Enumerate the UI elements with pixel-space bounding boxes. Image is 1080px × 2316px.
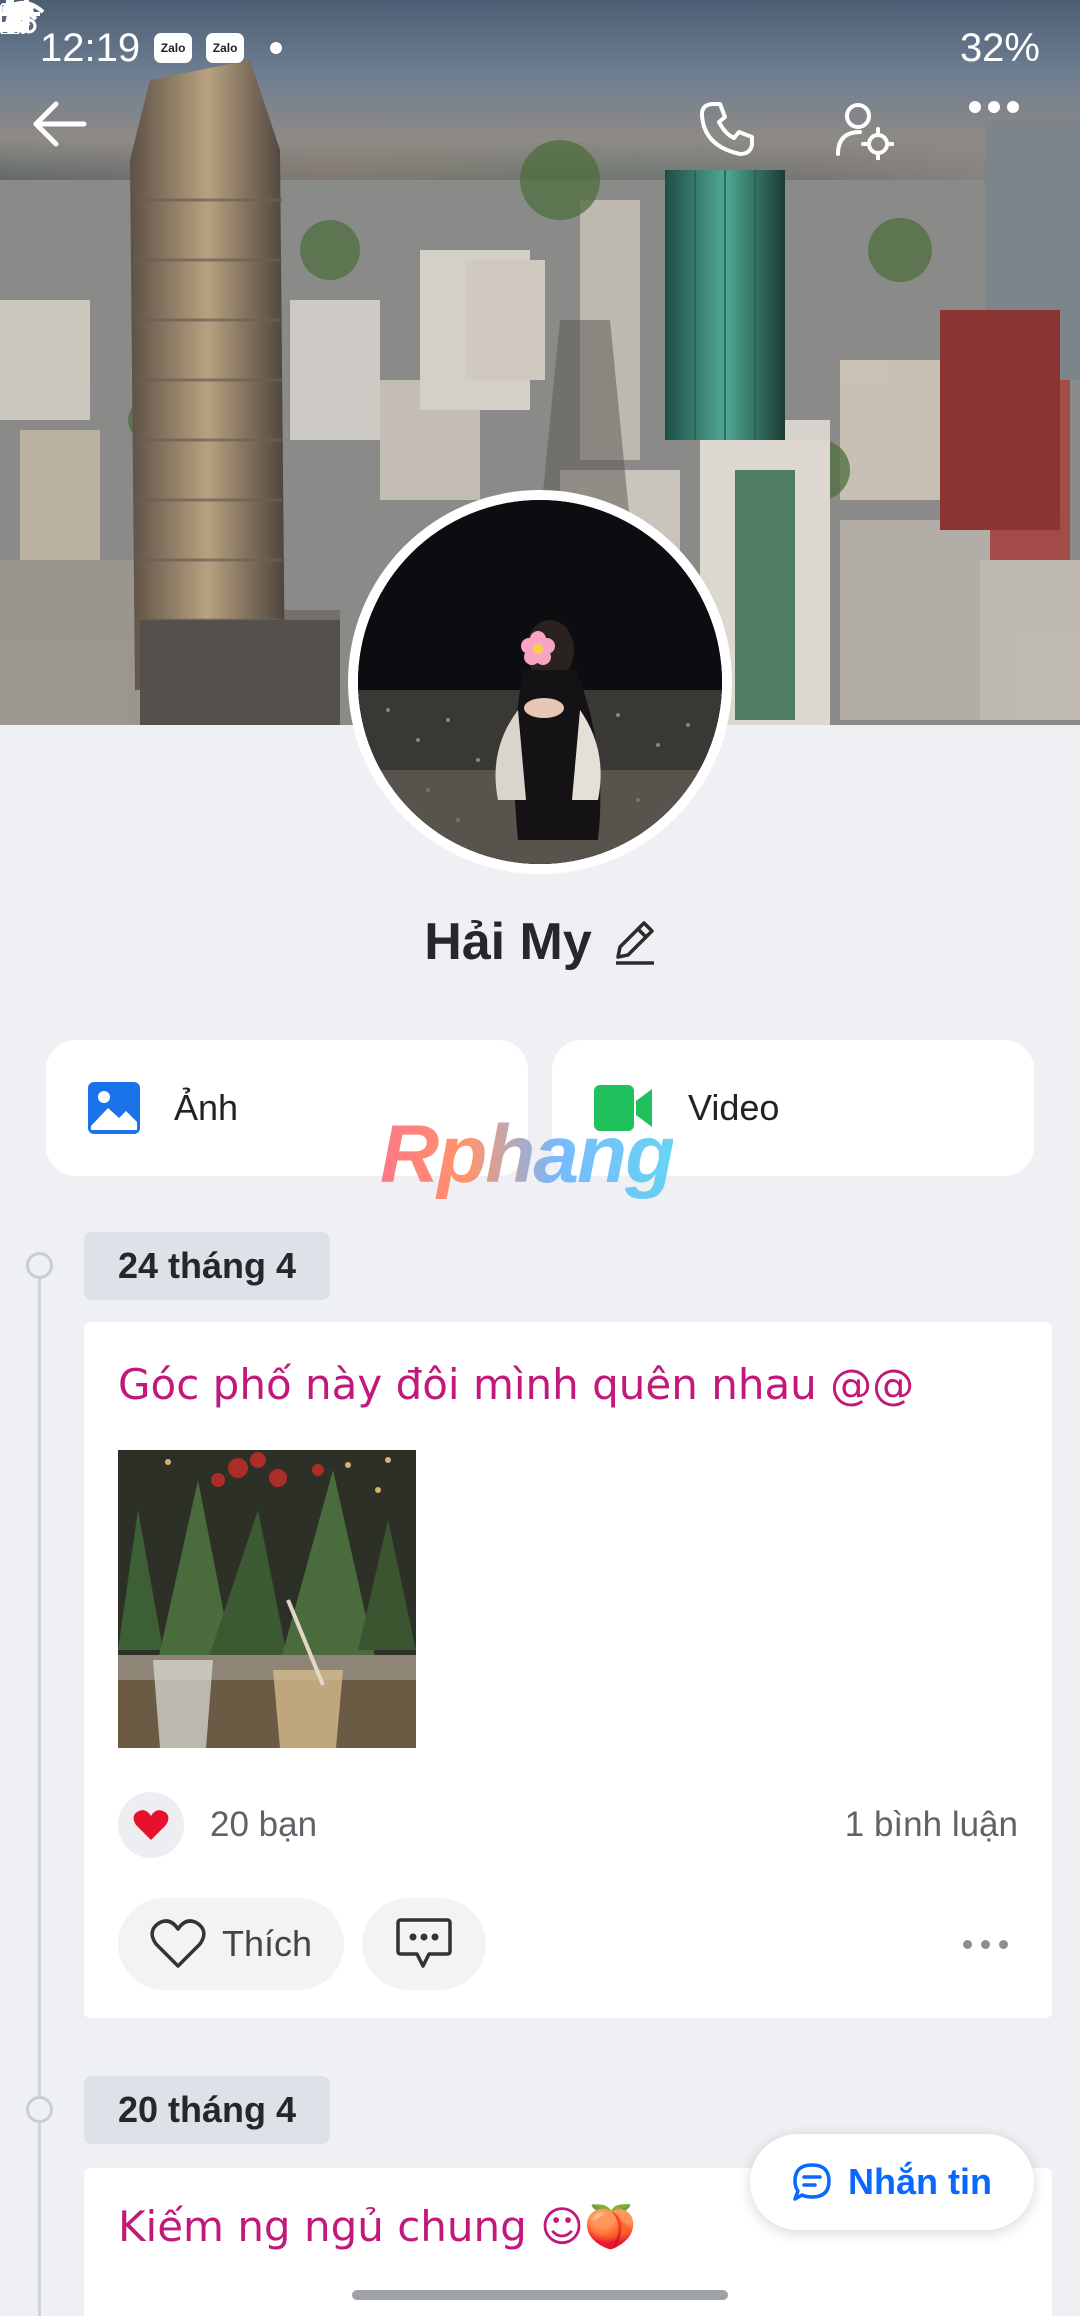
photos-label: Ảnh xyxy=(174,1087,239,1128)
zalo-notification-icon: Zalo xyxy=(206,33,245,63)
watermark-logo: Rphang xyxy=(380,1109,675,1200)
timeline-dot xyxy=(26,1252,53,1279)
comment-button[interactable] xyxy=(362,1898,486,1990)
post-caption: Kiếm ng ngủ chung ☺🍑 xyxy=(118,2202,637,2251)
pencil-icon[interactable] xyxy=(614,919,656,965)
heart-filled-icon xyxy=(133,1810,169,1840)
reaction-summary: 20 bạn 1 bình luận xyxy=(118,1792,1018,1858)
profile-name-row: Hải My xyxy=(0,912,1080,972)
send-message-button[interactable]: Nhắn tin xyxy=(750,2134,1034,2230)
like-button[interactable]: Thích xyxy=(118,1898,344,1990)
post-card[interactable]: Góc phố này đôi mình quên nhau @@ 20 bạn… xyxy=(84,1322,1052,2018)
post-more-options-icon[interactable] xyxy=(963,1939,1018,1949)
post-actions: Thích xyxy=(118,1898,1018,1990)
battery-icon xyxy=(0,0,20,34)
comment-icon xyxy=(396,1918,452,1968)
notification-dot xyxy=(270,42,283,54)
heart-outline-icon xyxy=(150,1919,206,1968)
reaction-count[interactable]: 20 bạn xyxy=(210,1805,317,1845)
post-photo-image xyxy=(118,1450,416,1748)
top-navigation xyxy=(0,100,1080,190)
phone-icon xyxy=(700,102,754,156)
more-options-button[interactable] xyxy=(968,100,1058,190)
status-bar: 12:19 Zalo Zalo 32% xyxy=(0,0,1080,96)
profile-settings-button[interactable] xyxy=(834,100,924,190)
avatar-photo xyxy=(358,500,722,864)
profile-name: Hải My xyxy=(424,913,592,971)
comment-count[interactable]: 1 bình luận xyxy=(845,1805,1018,1845)
post-date-chip: 20 tháng 4 xyxy=(84,2076,331,2144)
send-message-label: Nhắn tin xyxy=(848,2161,992,2202)
avatar-image xyxy=(358,500,722,864)
video-label: Video xyxy=(688,1087,780,1128)
heart-reaction-badge[interactable] xyxy=(118,1792,184,1858)
user-settings-icon xyxy=(836,103,894,160)
timeline-dot xyxy=(26,2096,53,2123)
post-photo[interactable] xyxy=(118,1450,416,1748)
status-time: 12:19 xyxy=(40,25,141,70)
like-label: Thích xyxy=(221,1923,313,1964)
home-indicator[interactable] xyxy=(352,2290,728,2300)
back-button[interactable] xyxy=(32,100,122,190)
more-horizontal-icon xyxy=(969,101,1019,113)
timeline-line xyxy=(38,1265,41,2316)
arrow-left-icon xyxy=(33,101,87,147)
post-date-chip: 24 tháng 4 xyxy=(84,1232,331,1300)
chat-bubble-icon xyxy=(793,2163,831,2201)
battery-percent: 32% xyxy=(959,25,1040,70)
call-button[interactable] xyxy=(698,100,788,190)
zalo-notification-icon: Zalo xyxy=(154,33,193,63)
photo-icon xyxy=(88,1082,140,1134)
profile-avatar[interactable] xyxy=(348,490,732,874)
post-caption: Góc phố này đôi mình quên nhau @@ xyxy=(118,1360,915,1409)
